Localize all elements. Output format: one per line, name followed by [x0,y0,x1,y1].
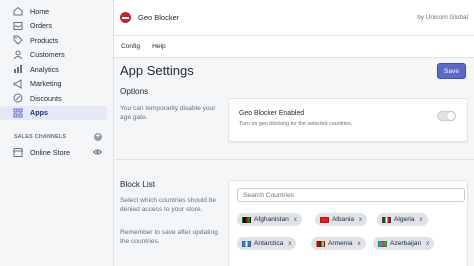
app-header: Geo Blocker by Unicorn Global [114,0,474,36]
app-name: Geo Blocker [138,13,180,22]
sidebar-item-label: Products [30,35,59,45]
remove-country-button[interactable]: x [288,241,291,247]
save-button[interactable]: Save [437,63,466,79]
sidebar-nav: Home Orders Products Customers Analytics Mark… [0,4,113,120]
country-name: Antarctica [254,240,284,247]
sidebar-item-home[interactable]: Home [0,4,113,19]
add-sales-channel-button[interactable]: + [94,133,102,141]
sidebar-item-online-store[interactable]: Online Store [0,145,113,159]
sidebar-item-label: Apps [30,108,48,118]
developer-credit: by Unicorn Global [417,14,468,21]
tab-config[interactable]: Config [121,43,140,50]
remove-country-button[interactable]: x [359,217,362,223]
remove-country-button[interactable]: x [426,241,429,247]
antarctica-flag-icon [242,240,251,247]
country-chip: Azerbaijan x [373,237,435,250]
albania-flag-icon [320,216,329,223]
options-title: Options [120,87,149,96]
sidebar: Home Orders Products Customers Analytics Mark… [0,0,114,266]
block-list-card: AfghanistanxAlbaniaxAlgeriaxAntarcticaxA… [228,180,468,266]
sidebar-item-label: Home [30,6,50,16]
country-chip: Afghanistan x [237,213,302,226]
azerbaijan-flag-icon [378,240,387,247]
sales-channels-label: SALES CHANNELS [14,134,67,140]
orders-icon [12,21,24,31]
remove-country-button[interactable]: x [358,241,361,247]
country-chip: Armenia x [311,237,366,250]
home-icon [12,6,24,16]
afghanistan-flag-icon [242,216,251,223]
discounts-icon [12,93,24,103]
customers-icon [12,50,24,60]
section-divider [114,159,474,160]
country-name: Algeria [394,216,415,223]
options-description: You can temporarily disable your age gat… [120,105,216,122]
block-list-title: Block List [120,180,156,189]
armenia-flag-icon [316,240,325,247]
sidebar-item-label: Marketing [30,79,62,89]
sidebar-item-apps[interactable]: Apps [0,105,107,120]
sidebar-item-orders[interactable]: Orders [0,19,113,34]
apps-icon [12,108,24,118]
toggle-help-text: Turn on geo blocking for the selected co… [239,121,353,127]
analytics-icon [12,64,24,74]
sidebar-item-label: Customers [30,50,65,60]
country-name: Albania [332,216,354,223]
main-content: Geo Blocker by Unicorn Global Config Hel… [114,0,474,266]
sidebar-item-label: Orders [30,21,52,31]
sidebar-item-label: Discounts [30,93,62,103]
options-card: Geo Blocker Enabled Turn on geo blocking… [228,98,468,142]
geo-blocker-enabled-toggle[interactable] [437,111,456,121]
country-name: Azerbaijan [390,240,422,247]
geo-blocker-logo-icon [120,12,131,23]
marketing-icon [12,78,24,89]
app-tabs: Config Help [114,36,474,58]
page-title: App Settings [120,63,194,78]
search-countries-input[interactable] [237,188,465,202]
country-name: Afghanistan [254,216,289,223]
eye-icon[interactable] [92,148,103,157]
block-list-note: Remember to save after updating the coun… [120,229,218,246]
sidebar-item-products[interactable]: Products [0,33,113,48]
remove-country-button[interactable]: x [420,217,423,223]
sidebar-item-label: Online Store [30,147,70,157]
sidebar-item-label: Analytics [30,64,59,74]
country-chip: Algeria x [377,213,428,226]
toggle-title: Geo Blocker Enabled [239,110,305,117]
remove-country-button[interactable]: x [294,217,297,223]
algeria-flag-icon [382,216,391,223]
store-icon [12,147,24,157]
sidebar-item-marketing[interactable]: Marketing [0,77,113,92]
sidebar-item-discounts[interactable]: Discounts [0,91,113,106]
sales-channels-header: SALES CHANNELS + [0,131,113,143]
country-chip: Antarctica x [237,237,297,250]
country-name: Armenia [328,240,353,247]
sidebar-item-customers[interactable]: Customers [0,48,113,63]
tab-help[interactable]: Help [152,43,166,50]
country-chip: Albania x [315,213,367,226]
products-icon [12,35,24,45]
toggle-knob [447,112,455,120]
sidebar-item-analytics[interactable]: Analytics [0,62,113,77]
block-list-description: Select which countries should be denied … [120,197,217,214]
